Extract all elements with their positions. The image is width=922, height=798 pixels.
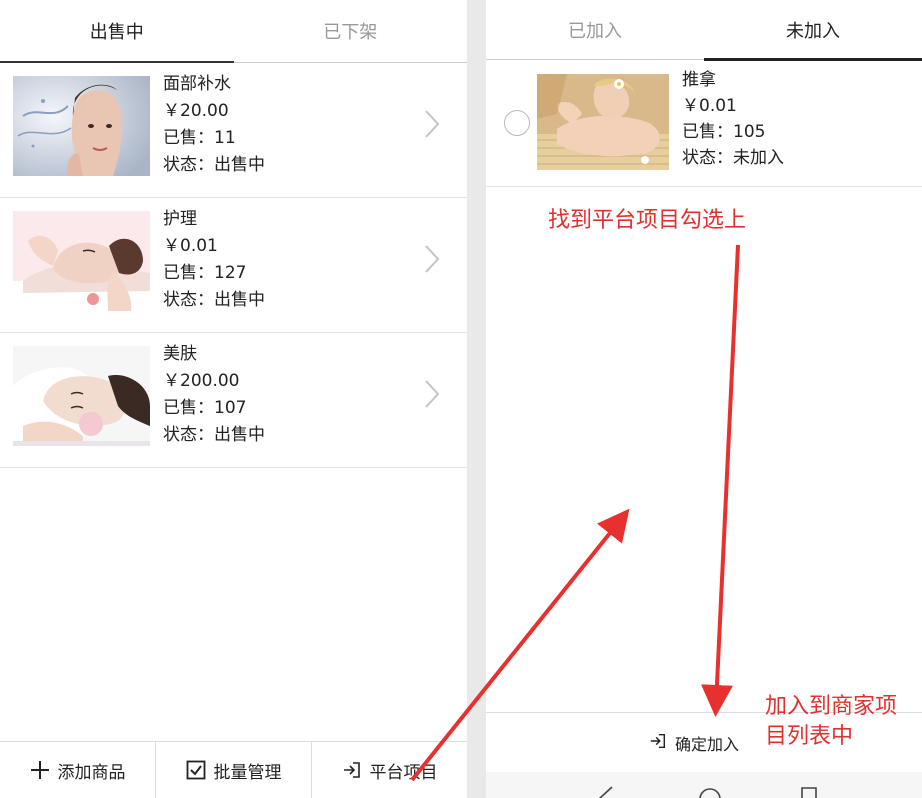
tab-joined[interactable]: 已加入	[486, 0, 704, 59]
radio-icon[interactable]	[504, 110, 530, 136]
system-nav-bar	[486, 772, 922, 798]
add-product-label: 添加商品	[57, 762, 126, 783]
platform-items-label: 平台项目	[369, 762, 438, 783]
add-product-button[interactable]: 添加商品	[0, 742, 156, 798]
product-price: ￥200.00	[163, 371, 240, 391]
platform-items-screen: 已加入 未加入 推拿 ￥0.01 已售：105 状态：未加入 确定加入	[486, 0, 922, 798]
platform-item-status: 状态：未加入	[682, 148, 784, 168]
add-annotation-line1: 加入到商家项	[765, 694, 898, 719]
back-icon[interactable]	[596, 786, 614, 798]
product-row[interactable]: 面部补水 ￥20.00 已售：11 状态：出售中	[0, 63, 467, 198]
product-name: 美肤	[163, 344, 197, 364]
product-name: 面部补水	[163, 74, 231, 94]
platform-items-button[interactable]: 平台项目	[312, 742, 467, 798]
product-row[interactable]: 美肤 ￥200.00 已售：107 状态：出售中	[0, 333, 467, 468]
product-sold: 已售：11	[163, 128, 236, 148]
product-status: 状态：出售中	[163, 425, 265, 445]
confirm-join-label: 确定加入	[674, 734, 739, 754]
recents-icon[interactable]	[800, 786, 818, 798]
batch-manage-button[interactable]: 批量管理	[156, 742, 312, 798]
screen-divider	[467, 0, 486, 798]
screenshot-stage: 出售中 已下架 面部补水 ￥20.00 已售：11 状态：出售中 护理 ￥0.0…	[0, 0, 922, 798]
product-row[interactable]: 护理 ￥0.01 已售：127 状态：出售中	[0, 198, 467, 333]
add-annotation-line2: 目列表中	[765, 724, 854, 749]
platform-item-row[interactable]: 推拿 ￥0.01 已售：105 状态：未加入	[486, 62, 922, 187]
confirm-join-button[interactable]: 确定加入	[649, 731, 739, 755]
product-status: 状态：出售中	[163, 290, 265, 310]
product-sold: 已售：107	[163, 398, 247, 418]
join-tabs: 已加入 未加入	[486, 0, 922, 61]
product-status: 状态：出售中	[163, 155, 265, 175]
product-info: 美肤 ￥200.00 已售：107 状态：出售中	[163, 341, 265, 449]
tab-off-shelf[interactable]: 已下架	[234, 0, 468, 62]
select-annotation: 找到平台项目勾选上	[548, 208, 747, 233]
home-icon[interactable]	[698, 786, 722, 798]
product-price: ￥0.01	[163, 236, 218, 256]
tab-on-sale[interactable]: 出售中	[0, 0, 234, 63]
chevron-right-icon	[421, 379, 443, 409]
status-tabs: 出售中 已下架	[0, 0, 467, 63]
product-list-screen: 出售中 已下架 面部补水 ￥20.00 已售：11 状态：出售中 护理 ￥0.0…	[0, 0, 467, 798]
product-sold: 已售：127	[163, 263, 247, 283]
product-info: 面部补水 ￥20.00 已售：11 状态：出售中	[163, 71, 265, 179]
platform-item-image	[537, 74, 669, 170]
bottom-toolbar: 添加商品 批量管理 平台项目	[0, 741, 467, 798]
platform-item-price: ￥0.01	[682, 96, 737, 116]
chevron-right-icon	[421, 244, 443, 274]
product-image	[13, 346, 150, 446]
product-image	[13, 211, 150, 311]
checkbox-icon	[186, 760, 206, 780]
login-icon	[342, 760, 362, 780]
platform-item-info: 推拿 ￥0.01 已售：105 状态：未加入	[682, 67, 784, 171]
batch-manage-label: 批量管理	[213, 762, 282, 783]
tab-not-joined[interactable]: 未加入	[704, 0, 922, 61]
product-image	[13, 76, 150, 176]
product-name: 护理	[163, 209, 197, 229]
chevron-right-icon	[421, 109, 443, 139]
plus-icon	[30, 760, 50, 780]
platform-item-name: 推拿	[682, 70, 716, 90]
platform-item-sold: 已售：105	[682, 122, 766, 142]
product-info: 护理 ￥0.01 已售：127 状态：出售中	[163, 206, 265, 314]
product-price: ￥20.00	[163, 101, 229, 121]
login-icon	[649, 732, 667, 754]
